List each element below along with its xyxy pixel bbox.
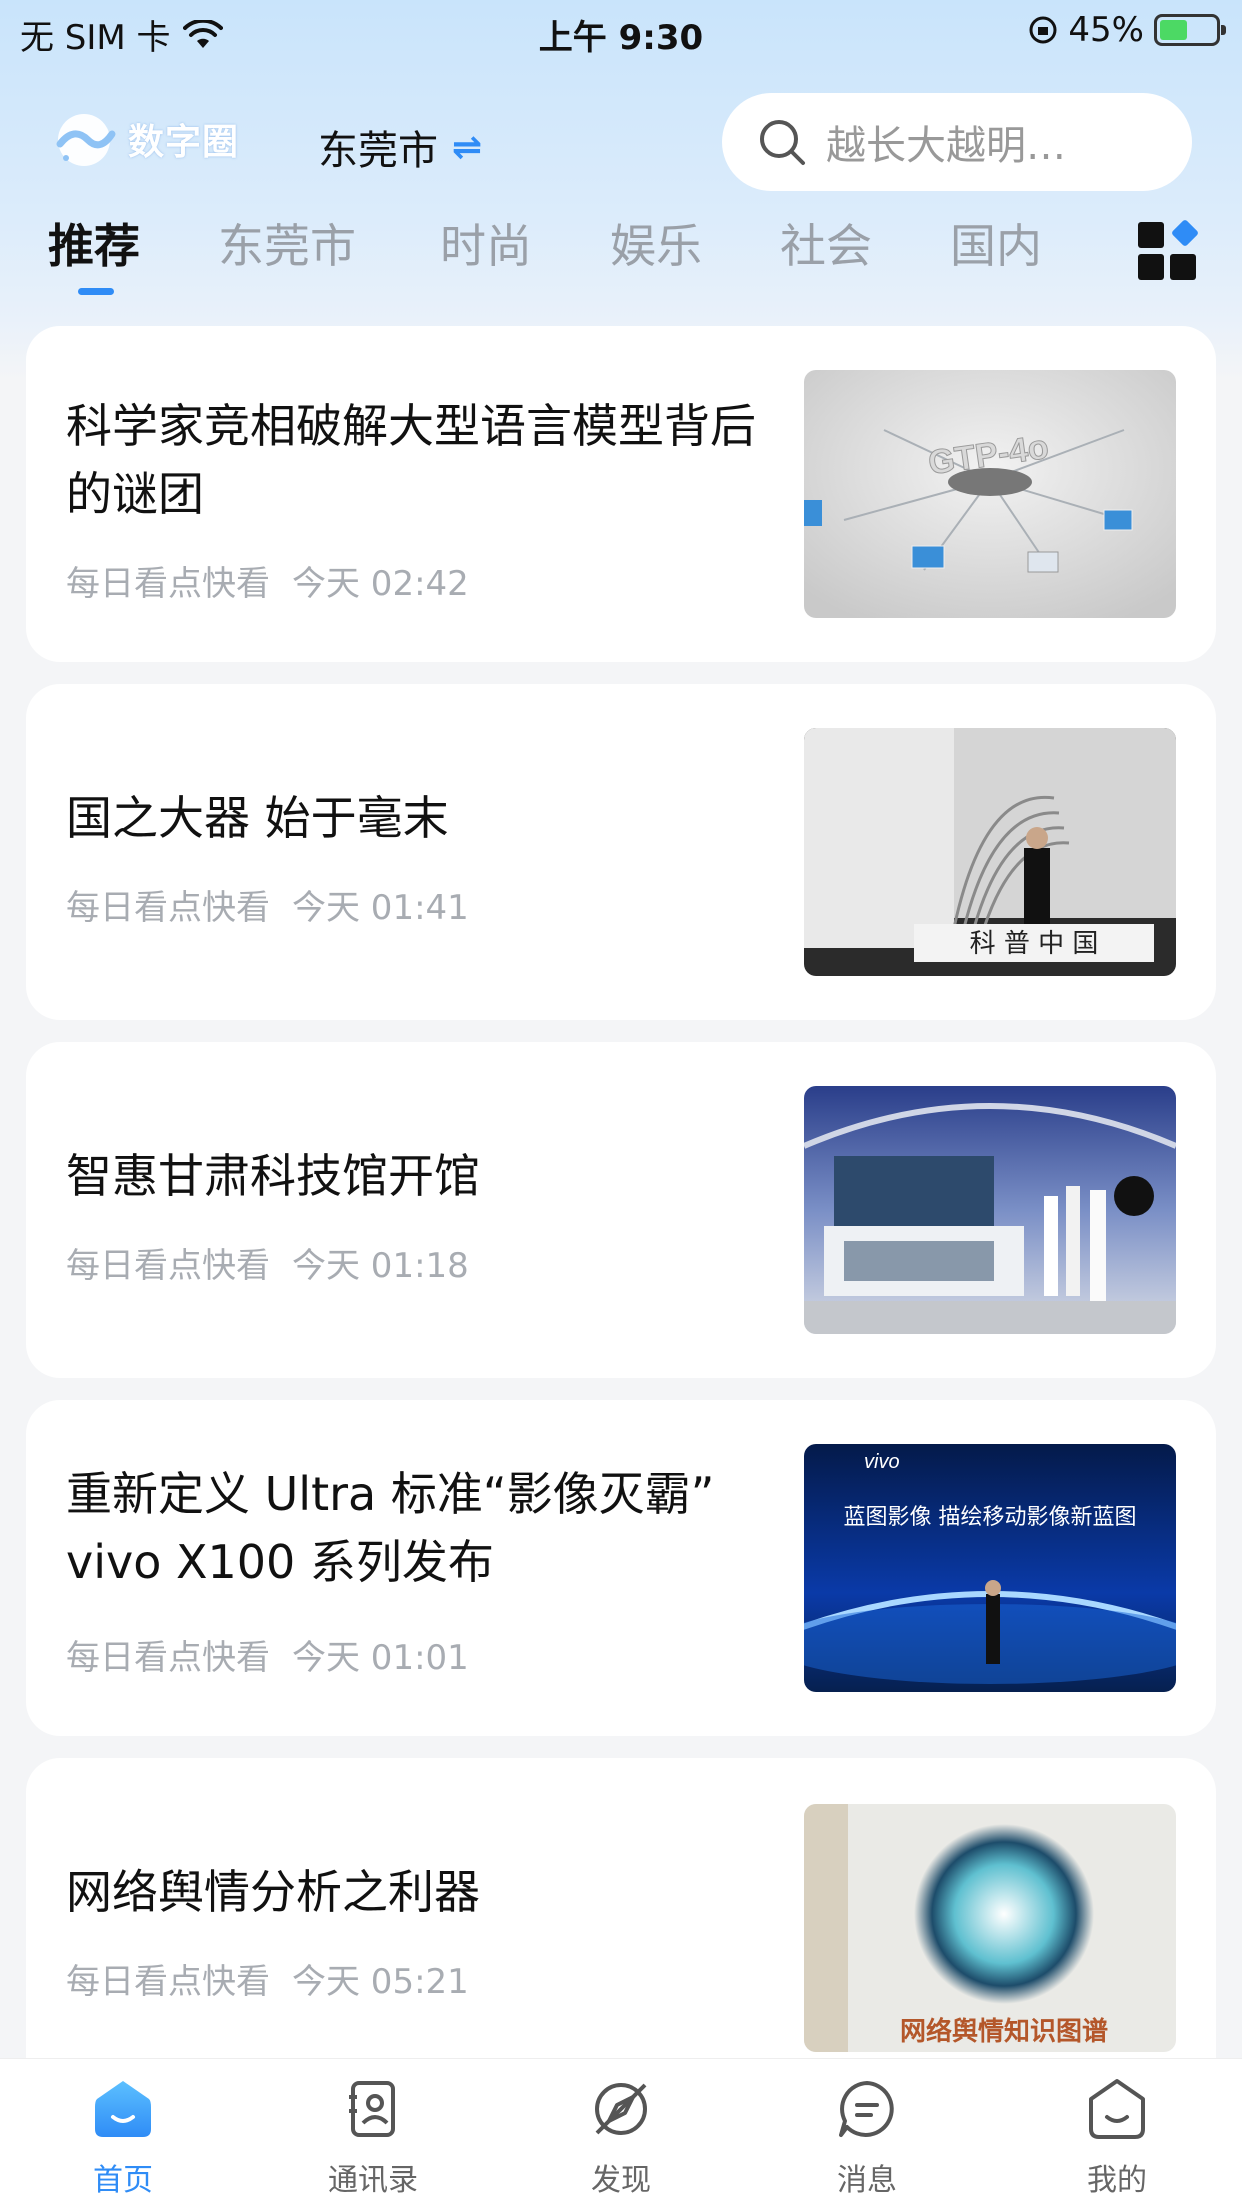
nav-contacts-label: 通讯录 [328,2163,418,2198]
news-card[interactable]: 重新定义 Ultra 标准“影像灭霸” vivo X100 系列发布 每日看点快… [26,1400,1216,1736]
news-meta: 每日看点快看 今天 02:42 [66,556,469,605]
news-time: 今天 02:42 [292,564,469,604]
message-icon [839,2081,894,2137]
news-title: 网络舆情分析之利器 [66,1865,480,1919]
app-screen: 无 SIM 卡 上午 9:30 45% 数字圈 东莞市 ⇌ 越长大越明… 推荐 … [0,0,1242,2208]
tab-society[interactable]: 社会 [780,210,872,276]
news-title: 科学家竞相破解大型语言模型背后的谜团 [66,399,756,521]
news-time: 今天 05:21 [292,1962,469,2002]
nav-home[interactable]: 首页 [48,2077,198,2199]
news-meta: 每日看点快看 今天 05:21 [66,1954,469,2003]
tab-fashion[interactable]: 时尚 [440,210,532,276]
search-bar[interactable]: 越长大越明… [722,93,1192,191]
news-card[interactable]: 科学家竞相破解大型语言模型背后的谜团 每日看点快看 今天 02:42 GTP-4… [26,326,1216,662]
home-icon [95,2081,151,2137]
news-title: 国之大器 始于毫末 [66,791,449,845]
news-source: 每日看点快看 [66,564,270,604]
news-card[interactable]: 智惠甘肃科技馆开馆 每日看点快看 今天 01:18 [26,1042,1216,1378]
nav-messages[interactable]: 消息 [792,2077,942,2199]
news-source: 每日看点快看 [66,1246,270,1286]
city-selector[interactable]: 东莞市 ⇌ [318,118,482,176]
news-thumbnail: GTP-4o [804,370,1176,618]
swap-icon: ⇌ [452,126,483,168]
tab-recommend[interactable]: 推荐 [48,210,140,276]
discover-icon [595,2083,647,2135]
profile-icon [1089,2079,1145,2139]
tab-entertainment[interactable]: 娱乐 [610,210,702,276]
search-placeholder: 越长大越明… [826,123,1066,169]
contacts-icon [349,2081,395,2137]
tab-domestic[interactable]: 国内 [950,210,1042,276]
tab-dongguan[interactable]: 东莞市 [218,210,356,276]
news-thumbnail [804,1086,1176,1334]
news-time: 今天 01:41 [292,888,469,928]
news-card[interactable]: 网络舆情分析之利器 每日看点快看 今天 05:21 网络舆情知识图谱 [26,1758,1216,2094]
nav-discover[interactable]: 发现 [546,2077,696,2199]
tab-active-indicator [78,288,114,295]
status-bar: 无 SIM 卡 上午 9:30 45% [0,0,1242,62]
news-meta: 每日看点快看 今天 01:41 [66,880,469,929]
news-source: 每日看点快看 [66,888,270,928]
nav-discover-label: 发现 [591,2163,651,2198]
nav-contacts[interactable]: 通讯录 [298,2077,448,2199]
thumb-text: 蓝图影像 描绘移动影像新蓝图 [844,1505,1137,1530]
news-source: 每日看点快看 [66,1962,270,2002]
nav-profile-label: 我的 [1087,2163,1147,2198]
news-title: 重新定义 Ultra 标准“影像灭霸” vivo X100 系列发布 [66,1467,715,1589]
nav-messages-label: 消息 [837,2163,897,2198]
orientation-lock-icon [1029,16,1057,44]
city-label: 东莞市 [318,128,438,174]
search-icon [760,120,805,165]
nav-home-label: 首页 [93,2163,153,2198]
logo-text: 数字圈 [128,122,240,163]
battery-percent: 45% [1068,10,1144,50]
news-card[interactable]: 国之大器 始于毫末 每日看点快看 今天 01:41 科 普 中 国 [26,684,1216,1020]
channel-grid-icon[interactable] [1136,220,1200,284]
news-meta: 每日看点快看 今天 01:18 [66,1238,469,1287]
news-time: 今天 01:01 [292,1638,469,1678]
category-tabs: 推荐 东莞市 时尚 娱乐 社会 国内 [0,210,1242,300]
thumb-text: 科 普 中 国 [970,929,1099,959]
logo-wave-icon [56,114,116,166]
bottom-nav: 首页 通讯录 发现 消息 我的 [0,2058,1242,2208]
news-thumbnail: 科 普 中 国 [804,728,1176,976]
news-thumbnail: vivo 蓝图影像 描绘移动影像新蓝图 [804,1444,1176,1692]
app-logo: 数字圈 [48,108,239,170]
svg-text:vivo: vivo [864,1451,900,1473]
news-thumbnail: 网络舆情知识图谱 [804,1804,1176,2052]
thumb-text: 网络舆情知识图谱 [900,2016,1108,2047]
news-source: 每日看点快看 [66,1638,270,1678]
status-right: 45% [1028,10,1226,50]
header: 数字圈 东莞市 ⇌ 越长大越明… [0,88,1242,198]
battery-icon [1154,14,1226,46]
news-meta: 每日看点快看 今天 01:01 [66,1630,469,1679]
news-time: 今天 01:18 [292,1246,469,1286]
news-title: 智惠甘肃科技馆开馆 [66,1149,480,1203]
nav-profile[interactable]: 我的 [1042,2077,1192,2199]
